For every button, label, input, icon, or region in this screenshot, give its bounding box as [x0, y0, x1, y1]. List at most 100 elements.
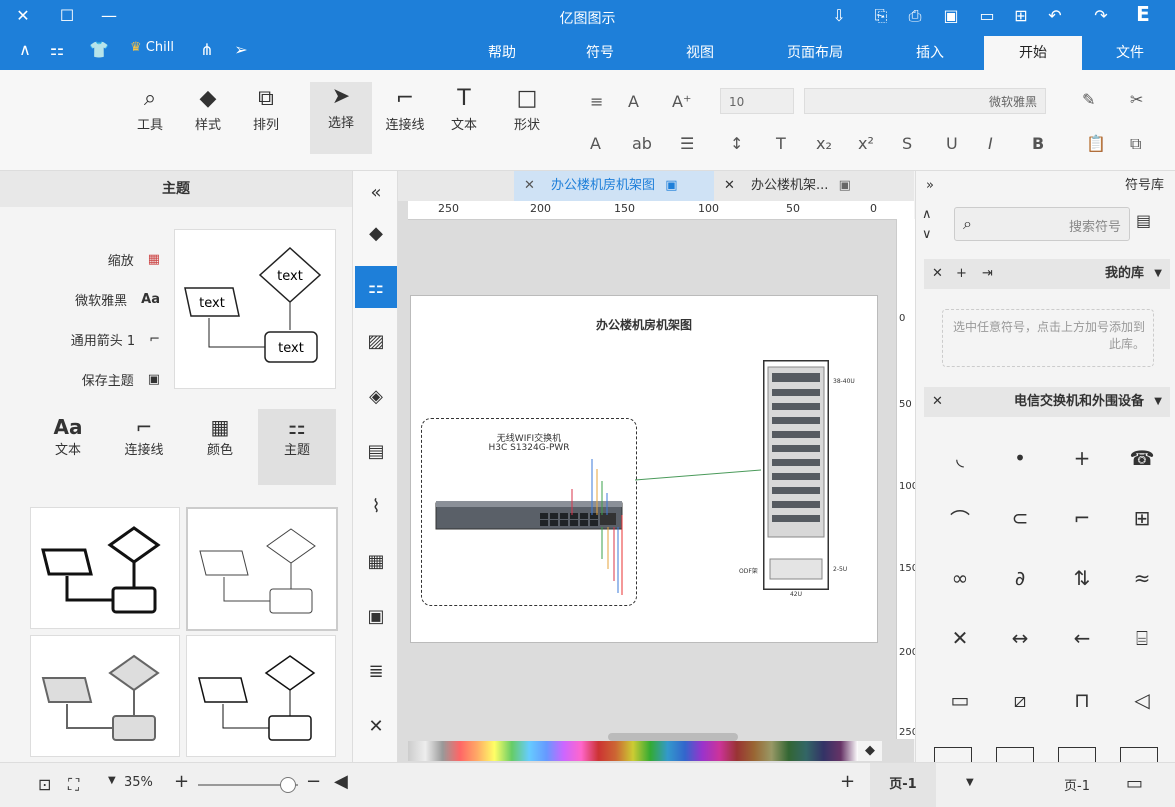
import-icon[interactable]: ⇥	[982, 259, 993, 289]
text-button[interactable]: T 文本	[444, 84, 484, 133]
format-icon[interactable]: ≣	[355, 650, 397, 692]
bold-icon[interactable]: B	[1032, 134, 1044, 153]
dot-symbol-icon[interactable]: •	[990, 433, 1050, 483]
save-icon[interactable]: ▣	[940, 8, 962, 24]
collapse-panel-icon[interactable]: «	[355, 171, 397, 213]
tab-symbols[interactable]: 符号	[576, 36, 624, 70]
superscript-icon[interactable]: x²	[858, 134, 874, 153]
connector-button[interactable]: ⌐ 连接线	[380, 84, 430, 133]
theme-thumb-4[interactable]	[186, 635, 336, 757]
signal-box-symbol-icon[interactable]: ▭	[930, 675, 990, 725]
horizontal-scrollbar[interactable]	[608, 733, 738, 741]
theme-thumb-2[interactable]	[186, 507, 338, 631]
page-icon[interactable]: ▤	[355, 430, 397, 472]
tab-help[interactable]: 帮助	[476, 36, 528, 70]
tab-home[interactable]: 开始	[984, 36, 1082, 70]
page-view-icon[interactable]: ▭	[1126, 773, 1143, 794]
scroll-down-icon[interactable]: ∨	[922, 227, 932, 242]
bracket-line-symbol-icon[interactable]: ⊓	[1052, 675, 1112, 725]
close-icon[interactable]: ✕	[932, 259, 943, 289]
doc-tab-2[interactable]: ✕ 办公楼机房机架图 ▣	[514, 171, 714, 201]
subscript-icon[interactable]: x₂	[816, 134, 832, 153]
download-icon[interactable]: ⇩	[828, 8, 850, 24]
small-arc-symbol-icon[interactable]: ◟	[930, 433, 990, 483]
close-icon[interactable]: ✕	[932, 387, 943, 417]
zoom-dropdown-icon[interactable]: ▼	[108, 775, 116, 786]
align-icon[interactable]: ≡	[590, 92, 603, 111]
shuffle-icon[interactable]: ✕	[355, 705, 397, 747]
diagram-page[interactable]: 办公楼机房机架图 无线WIFI交换机 H3C S1324G-PWR 42U 38…	[410, 295, 878, 643]
zoom-level[interactable]: 35%	[124, 775, 153, 790]
library-manager-icon[interactable]: ▤	[1136, 211, 1151, 230]
highlight-icon[interactable]: ab	[632, 134, 652, 153]
collapse-ribbon-icon[interactable]: ∧	[14, 42, 36, 58]
apps-icon[interactable]: ⚏	[46, 42, 68, 58]
tools-button[interactable]: ⌕ 工具	[130, 84, 170, 133]
maximize-icon[interactable]: ☐	[56, 8, 78, 24]
tab-insert[interactable]: 插入	[900, 36, 960, 70]
zigzag-arrow-symbol-icon[interactable]: ⇅	[1052, 553, 1112, 603]
font-size-field[interactable]: 10	[720, 88, 794, 114]
style-button[interactable]: ◆ 样式	[188, 84, 228, 133]
theme-option-font[interactable]: 微软雅黑 Aa	[30, 279, 160, 319]
shape-button[interactable]: □ 形状	[506, 84, 548, 133]
shirt-icon[interactable]: 👕	[88, 42, 110, 58]
page-tab[interactable]: 页-1	[870, 763, 936, 807]
send-icon[interactable]: ➢	[230, 42, 252, 58]
tab-close-icon[interactable]: ✕	[724, 178, 735, 193]
minimize-icon[interactable]: —	[98, 8, 120, 24]
tab-connector[interactable]: ⌐ 连接线	[106, 409, 182, 485]
new-icon[interactable]: ⊞	[1010, 8, 1032, 24]
tab-close-icon[interactable]: ✕	[524, 178, 535, 193]
redo-icon[interactable]: ↷	[1090, 8, 1112, 24]
arrange-button[interactable]: ⧉ 排列	[246, 84, 286, 133]
format-painter-icon[interactable]: ✎	[1082, 90, 1095, 109]
rect-symbol-icon[interactable]	[1120, 747, 1158, 762]
user-menu[interactable]: ♛ Chill	[130, 40, 174, 55]
zoom-slider-handle[interactable]	[280, 777, 296, 793]
theme-thumb-3[interactable]	[30, 635, 180, 757]
chart-icon[interactable]: ⌇	[355, 485, 397, 527]
font-decrease-icon[interactable]: A	[628, 92, 639, 111]
server-rack[interactable]: 42U	[763, 360, 829, 598]
undo-icon[interactable]: ↶	[1044, 8, 1066, 24]
font-color-icon[interactable]: A	[590, 134, 601, 153]
plus-symbol-icon[interactable]: +	[1052, 433, 1112, 483]
tab-theme[interactable]: ⚏ 主题	[258, 409, 336, 485]
print-icon[interactable]: ⎙	[904, 8, 926, 24]
category-header[interactable]: 电信交换机和外围设备 ▼ ✕	[924, 387, 1170, 417]
add-page-icon[interactable]: +	[840, 771, 855, 792]
text-direction-icon[interactable]: T	[776, 134, 786, 153]
add-icon[interactable]: +	[956, 259, 967, 289]
strikethrough-icon[interactable]: S	[902, 134, 912, 153]
wave-symbol-icon[interactable]: ≈	[1112, 553, 1172, 603]
cut-icon[interactable]: ✂	[1130, 90, 1143, 109]
copy-icon[interactable]: ⧉	[1130, 134, 1141, 154]
my-library-header[interactable]: 我的库 ▼ ✕ + ⇥	[924, 259, 1170, 289]
rect-symbol-icon[interactable]	[996, 747, 1034, 762]
table-icon[interactable]: ▦	[355, 540, 397, 582]
org-icon[interactable]: ▣	[355, 595, 397, 637]
list-icon[interactable]: ☰	[680, 134, 694, 153]
glasses-symbol-icon[interactable]: ∞	[930, 553, 990, 603]
cross-symbol-icon[interactable]: ✕	[930, 613, 990, 663]
tab-page-layout[interactable]: 页面布局	[772, 36, 858, 70]
play-icon[interactable]: ◀	[334, 771, 348, 792]
triangle-symbol-icon[interactable]: ◁	[1112, 675, 1172, 725]
italic-icon[interactable]: I	[988, 134, 993, 153]
bracket-symbol-icon[interactable]: ⌐	[1052, 493, 1112, 543]
double-arrow-symbol-icon[interactable]: ↔	[990, 613, 1050, 663]
tab-view[interactable]: 视图	[672, 36, 728, 70]
diagonal-box-symbol-icon[interactable]: ⧄	[990, 675, 1050, 725]
select-button[interactable]: ➤ 选择	[310, 82, 372, 154]
collapse-right-icon[interactable]: »	[926, 171, 934, 201]
close-icon[interactable]: ✕	[12, 8, 34, 24]
open-icon[interactable]: ▭	[976, 8, 998, 24]
rect-symbol-icon[interactable]	[1058, 747, 1096, 762]
hook-symbol-icon[interactable]: ∂	[990, 553, 1050, 603]
share-icon[interactable]: ⋔	[196, 42, 218, 58]
telephone-symbol-icon[interactable]: ☎	[1112, 433, 1172, 483]
font-name-field[interactable]: 微软雅黑	[804, 88, 1046, 114]
paste-icon[interactable]: 📋	[1086, 134, 1106, 153]
tab-file[interactable]: 文件	[1100, 36, 1160, 70]
